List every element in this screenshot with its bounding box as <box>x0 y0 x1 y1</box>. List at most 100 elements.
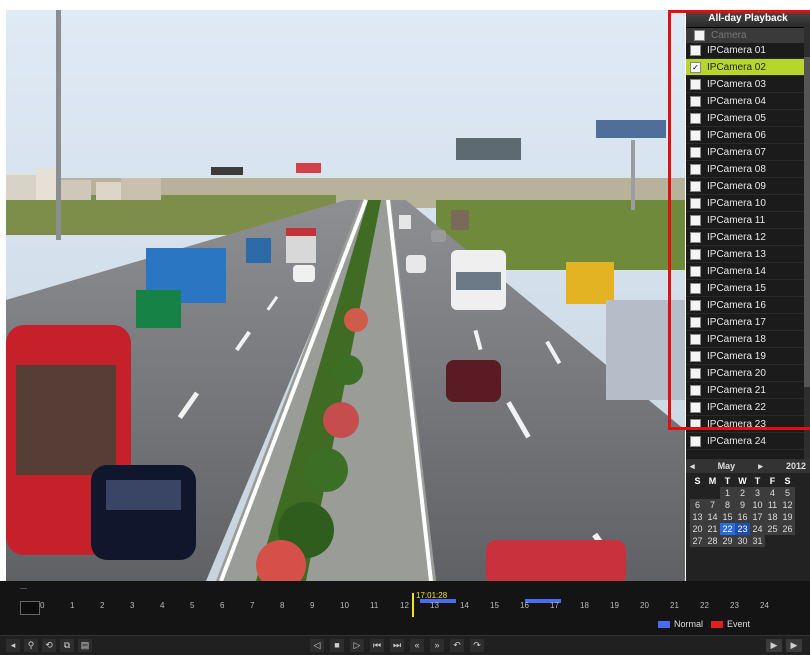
camera-checkbox[interactable] <box>690 197 701 209</box>
camera-checkbox[interactable] <box>690 248 701 260</box>
playback-control-icon[interactable]: ↷ <box>470 639 484 652</box>
toolbar-right-icon[interactable]: ▶ <box>786 639 802 652</box>
camera-checkbox[interactable] <box>690 146 701 158</box>
calendar-day[interactable]: 21 <box>705 523 720 535</box>
camera-row[interactable]: IPCamera 15 <box>686 280 810 297</box>
camera-row[interactable]: IPCamera 12 <box>686 229 810 246</box>
camera-checkbox[interactable] <box>690 78 701 90</box>
calendar-day[interactable]: 17 <box>750 511 765 523</box>
camera-row[interactable]: IPCamera 20 <box>686 365 810 382</box>
camera-checkbox[interactable] <box>690 367 701 379</box>
calendar-day[interactable]: 30 <box>735 535 750 547</box>
playback-control-icon[interactable]: ↶ <box>450 639 464 652</box>
calendar-day[interactable]: 3 <box>750 487 765 499</box>
timeline-bar[interactable]: — 0 1 2 3 4 5 6 7 8 9 10 11 12 13 14 15 16 17 18 19 20 21 22 23… <box>0 581 810 635</box>
calendar-month[interactable]: May <box>718 461 736 471</box>
camera-checkbox[interactable] <box>690 112 701 124</box>
camera-checkbox[interactable] <box>690 95 701 107</box>
calendar-day[interactable]: 26 <box>780 523 795 535</box>
calendar-day[interactable]: 31 <box>750 535 765 547</box>
camera-checkbox[interactable] <box>690 163 701 175</box>
camera-row[interactable]: IPCamera 24 <box>686 433 810 450</box>
camera-row[interactable]: IPCamera 23 <box>686 416 810 433</box>
calendar-day[interactable]: 1 <box>720 487 735 499</box>
camera-row[interactable]: IPCamera 16 <box>686 297 810 314</box>
camera-checkbox[interactable] <box>690 265 701 277</box>
calendar-day[interactable]: 2 <box>735 487 750 499</box>
camera-checkbox[interactable] <box>690 180 701 192</box>
toolbar-left-icon[interactable]: ⟲ <box>42 639 56 652</box>
camera-checkbox[interactable] <box>690 282 701 294</box>
playback-control-icon[interactable]: ■ <box>330 639 344 652</box>
camera-checkbox[interactable] <box>690 401 701 413</box>
camera-row[interactable]: IPCamera 08 <box>686 161 810 178</box>
calendar-day[interactable]: 13 <box>690 511 705 523</box>
camera-checkbox[interactable]: ✓ <box>690 61 701 73</box>
camera-row[interactable]: ✓ IPCamera 02 <box>686 59 810 76</box>
select-all-checkbox[interactable] <box>694 30 705 41</box>
camera-checkbox[interactable] <box>690 44 701 56</box>
calendar-day[interactable]: 23 <box>735 523 750 535</box>
toolbar-left-icon[interactable]: ▤ <box>78 639 92 652</box>
playback-control-icon[interactable]: ▷ <box>350 639 364 652</box>
camera-list-scrollbar[interactable] <box>804 27 810 467</box>
calendar-day[interactable]: 20 <box>690 523 705 535</box>
calendar-day[interactable]: 29 <box>720 535 735 547</box>
calendar-day[interactable]: 16 <box>735 511 750 523</box>
camera-row[interactable]: IPCamera 21 <box>686 382 810 399</box>
calendar-day[interactable]: 4 <box>765 487 780 499</box>
calendar-day[interactable]: 22 <box>720 523 735 535</box>
calendar-day[interactable]: 9 <box>735 499 750 511</box>
scrollbar-thumb[interactable] <box>804 57 810 387</box>
calendar-day[interactable]: 10 <box>750 499 765 511</box>
calendar-day[interactable]: 27 <box>690 535 705 547</box>
calendar-day[interactable]: 25 <box>765 523 780 535</box>
camera-checkbox[interactable] <box>690 384 701 396</box>
camera-checkbox[interactable] <box>690 333 701 345</box>
camera-row[interactable]: IPCamera 13 <box>686 246 810 263</box>
playback-control-icon[interactable]: ◁ <box>310 639 324 652</box>
toolbar-left-icon[interactable]: ⧉ <box>60 639 74 652</box>
camera-checkbox[interactable] <box>690 435 701 447</box>
playback-control-icon[interactable]: » <box>430 639 444 652</box>
camera-row[interactable]: IPCamera 07 <box>686 144 810 161</box>
calendar-day[interactable]: 8 <box>720 499 735 511</box>
camera-row[interactable]: IPCamera 09 <box>686 178 810 195</box>
timeline-ruler[interactable]: 0 1 2 3 4 5 6 7 8 9 10 11 12 13 14 15 16 17 18 19 20 21 22 23 24 <box>40 597 790 617</box>
next-month-button[interactable]: ▸ <box>758 461 763 472</box>
camera-checkbox[interactable] <box>690 231 701 243</box>
playback-control-icon[interactable]: ⏮ <box>370 639 384 652</box>
calendar-day[interactable]: 6 <box>690 499 705 511</box>
playback-video-view[interactable] <box>6 10 685 581</box>
camera-row[interactable]: IPCamera 05 <box>686 110 810 127</box>
calendar-day[interactable]: 11 <box>765 499 780 511</box>
timeline-cursor[interactable] <box>412 593 414 617</box>
playback-control-icon[interactable]: ⏭ <box>390 639 404 652</box>
camera-row[interactable]: IPCamera 22 <box>686 399 810 416</box>
camera-checkbox[interactable] <box>690 129 701 141</box>
calendar-day[interactable]: 24 <box>750 523 765 535</box>
calendar-day[interactable]: 19 <box>780 511 795 523</box>
camera-row[interactable]: IPCamera 19 <box>686 348 810 365</box>
camera-row[interactable]: IPCamera 01 <box>686 42 810 59</box>
calendar-day[interactable]: 7 <box>705 499 720 511</box>
camera-row[interactable]: IPCamera 10 <box>686 195 810 212</box>
calendar-year[interactable]: 2012 <box>786 461 806 471</box>
toolbar-left-icon[interactable]: ⚲ <box>24 639 38 652</box>
camera-row[interactable]: IPCamera 11 <box>686 212 810 229</box>
prev-month-button[interactable]: ◂ <box>690 461 695 472</box>
camera-row[interactable]: IPCamera 06 <box>686 127 810 144</box>
camera-row[interactable]: IPCamera 17 <box>686 314 810 331</box>
camera-row[interactable]: IPCamera 03 <box>686 76 810 93</box>
camera-header[interactable]: Camera <box>686 28 810 43</box>
playback-control-icon[interactable]: « <box>410 639 424 652</box>
calendar-day[interactable]: 18 <box>765 511 780 523</box>
camera-row[interactable]: IPCamera 04 <box>686 93 810 110</box>
calendar-day[interactable]: 12 <box>780 499 795 511</box>
camera-checkbox[interactable] <box>690 418 701 430</box>
toolbar-left-icon[interactable]: ◂ <box>6 639 20 652</box>
calendar-day[interactable]: 14 <box>705 511 720 523</box>
camera-checkbox[interactable] <box>690 299 701 311</box>
zoom-box[interactable] <box>20 601 40 615</box>
calendar-day[interactable]: 28 <box>705 535 720 547</box>
